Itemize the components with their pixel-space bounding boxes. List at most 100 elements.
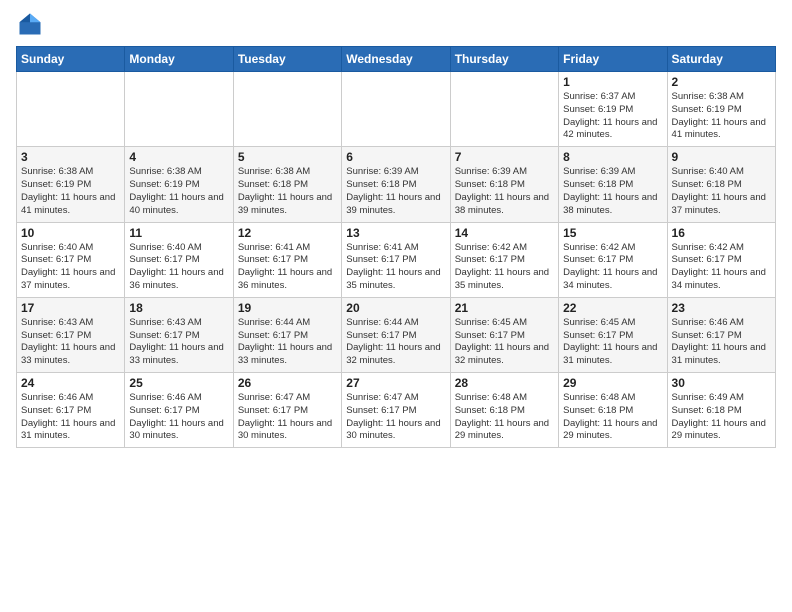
day-number: 19: [238, 301, 337, 315]
day-number: 4: [129, 150, 228, 164]
calendar-cell: 12 Sunrise: 6:41 AM Sunset: 6:17 PM Dayli…: [233, 222, 341, 297]
calendar-cell: 3 Sunrise: 6:38 AM Sunset: 6:19 PM Daylig…: [17, 147, 125, 222]
logo: [16, 10, 48, 38]
calendar-cell: 1 Sunrise: 6:37 AM Sunset: 6:19 PM Daylig…: [559, 72, 667, 147]
col-header-monday: Monday: [125, 47, 233, 72]
day-number: 3: [21, 150, 120, 164]
day-info: Sunrise: 6:45 AM Sunset: 6:17 PM Dayligh…: [563, 317, 662, 368]
col-header-friday: Friday: [559, 47, 667, 72]
day-number: 15: [563, 226, 662, 240]
day-info: Sunrise: 6:39 AM Sunset: 6:18 PM Dayligh…: [563, 166, 662, 217]
day-number: 27: [346, 376, 445, 390]
calendar-cell: 29 Sunrise: 6:48 AM Sunset: 6:18 PM Dayli…: [559, 373, 667, 448]
col-header-sunday: Sunday: [17, 47, 125, 72]
calendar-cell: [125, 72, 233, 147]
calendar-cell: 23 Sunrise: 6:46 AM Sunset: 6:17 PM Dayli…: [667, 297, 775, 372]
day-info: Sunrise: 6:41 AM Sunset: 6:17 PM Dayligh…: [346, 242, 445, 293]
header: [16, 10, 776, 38]
day-info: Sunrise: 6:47 AM Sunset: 6:17 PM Dayligh…: [346, 392, 445, 443]
day-number: 13: [346, 226, 445, 240]
day-info: Sunrise: 6:39 AM Sunset: 6:18 PM Dayligh…: [346, 166, 445, 217]
day-number: 26: [238, 376, 337, 390]
day-number: 25: [129, 376, 228, 390]
day-number: 24: [21, 376, 120, 390]
calendar-cell: 19 Sunrise: 6:44 AM Sunset: 6:17 PM Dayli…: [233, 297, 341, 372]
day-info: Sunrise: 6:48 AM Sunset: 6:18 PM Dayligh…: [563, 392, 662, 443]
day-number: 21: [455, 301, 554, 315]
calendar-cell: 9 Sunrise: 6:40 AM Sunset: 6:18 PM Daylig…: [667, 147, 775, 222]
calendar-cell: 11Sunrise: 6:40 AM Sunset: 6:17 PM Dayli…: [125, 222, 233, 297]
day-info: Sunrise: 6:43 AM Sunset: 6:17 PM Dayligh…: [21, 317, 120, 368]
day-info: Sunrise: 6:42 AM Sunset: 6:17 PM Dayligh…: [455, 242, 554, 293]
day-number: 2: [672, 75, 771, 89]
calendar-cell: 28 Sunrise: 6:48 AM Sunset: 6:18 PM Dayli…: [450, 373, 558, 448]
calendar-cell: 21 Sunrise: 6:45 AM Sunset: 6:17 PM Dayli…: [450, 297, 558, 372]
day-info: Sunrise: 6:41 AM Sunset: 6:17 PM Dayligh…: [238, 242, 337, 293]
day-info: Sunrise: 6:46 AM Sunset: 6:17 PM Dayligh…: [129, 392, 228, 443]
calendar-cell: 25 Sunrise: 6:46 AM Sunset: 6:17 PM Dayli…: [125, 373, 233, 448]
calendar-cell: 26 Sunrise: 6:47 AM Sunset: 6:17 PM Dayli…: [233, 373, 341, 448]
day-number: 22: [563, 301, 662, 315]
calendar-week-row: 24 Sunrise: 6:46 AM Sunset: 6:17 PM Dayli…: [17, 373, 776, 448]
day-info: Sunrise: 6:38 AM Sunset: 6:18 PM Dayligh…: [238, 166, 337, 217]
day-info: Sunrise: 6:45 AM Sunset: 6:17 PM Dayligh…: [455, 317, 554, 368]
day-info: Sunrise: 6:47 AM Sunset: 6:17 PM Dayligh…: [238, 392, 337, 443]
logo-icon: [16, 10, 44, 38]
day-number: 8: [563, 150, 662, 164]
calendar-cell: [450, 72, 558, 147]
calendar-cell: 14 Sunrise: 6:42 AM Sunset: 6:17 PM Dayli…: [450, 222, 558, 297]
day-info: Sunrise: 6:38 AM Sunset: 6:19 PM Dayligh…: [21, 166, 120, 217]
day-info: Sunrise: 6:49 AM Sunset: 6:18 PM Dayligh…: [672, 392, 771, 443]
day-number: 30: [672, 376, 771, 390]
day-number: 9: [672, 150, 771, 164]
col-header-thursday: Thursday: [450, 47, 558, 72]
calendar-week-row: 10 Sunrise: 6:40 AM Sunset: 6:17 PM Dayli…: [17, 222, 776, 297]
day-info: Sunrise: 6:40 AM Sunset: 6:18 PM Dayligh…: [672, 166, 771, 217]
col-header-wednesday: Wednesday: [342, 47, 450, 72]
calendar-table: SundayMondayTuesdayWednesdayThursdayFrid…: [16, 46, 776, 448]
day-number: 29: [563, 376, 662, 390]
calendar-cell: 2 Sunrise: 6:38 AM Sunset: 6:19 PM Daylig…: [667, 72, 775, 147]
calendar-cell: 16Sunrise: 6:42 AM Sunset: 6:17 PM Dayli…: [667, 222, 775, 297]
calendar-cell: 13 Sunrise: 6:41 AM Sunset: 6:17 PM Dayli…: [342, 222, 450, 297]
day-number: 5: [238, 150, 337, 164]
calendar-week-row: 3 Sunrise: 6:38 AM Sunset: 6:19 PM Daylig…: [17, 147, 776, 222]
calendar-cell: 27 Sunrise: 6:47 AM Sunset: 6:17 PM Dayli…: [342, 373, 450, 448]
day-info: Sunrise: 6:40 AM Sunset: 6:17 PM Dayligh…: [21, 242, 120, 293]
day-info: Sunrise: 6:44 AM Sunset: 6:17 PM Dayligh…: [238, 317, 337, 368]
day-info: Sunrise: 6:42 AM Sunset: 6:17 PM Dayligh…: [563, 242, 662, 293]
calendar-cell: 10 Sunrise: 6:40 AM Sunset: 6:17 PM Dayli…: [17, 222, 125, 297]
day-info: Sunrise: 6:37 AM Sunset: 6:19 PM Dayligh…: [563, 91, 662, 142]
day-number: 23: [672, 301, 771, 315]
calendar-cell: 24Sunrise: 6:46 AM Sunset: 6:17 PM Dayli…: [17, 373, 125, 448]
day-number: 1: [563, 75, 662, 89]
calendar-cell: 4Sunrise: 6:38 AM Sunset: 6:19 PM Daylig…: [125, 147, 233, 222]
day-number: 28: [455, 376, 554, 390]
day-number: 16: [672, 226, 771, 240]
page: SundayMondayTuesdayWednesdayThursdayFrid…: [0, 0, 792, 464]
calendar-cell: 30 Sunrise: 6:49 AM Sunset: 6:18 PM Dayli…: [667, 373, 775, 448]
calendar-cell: 6 Sunrise: 6:39 AM Sunset: 6:18 PM Daylig…: [342, 147, 450, 222]
day-info: Sunrise: 6:46 AM Sunset: 6:17 PM Dayligh…: [672, 317, 771, 368]
calendar-week-row: 17 Sunrise: 6:43 AM Sunset: 6:17 PM Dayli…: [17, 297, 776, 372]
day-number: 12: [238, 226, 337, 240]
calendar-cell: 18Sunrise: 6:43 AM Sunset: 6:17 PM Dayli…: [125, 297, 233, 372]
col-header-tuesday: Tuesday: [233, 47, 341, 72]
day-info: Sunrise: 6:44 AM Sunset: 6:17 PM Dayligh…: [346, 317, 445, 368]
calendar-week-row: 1 Sunrise: 6:37 AM Sunset: 6:19 PM Daylig…: [17, 72, 776, 147]
calendar-cell: 22 Sunrise: 6:45 AM Sunset: 6:17 PM Dayli…: [559, 297, 667, 372]
calendar-cell: 15 Sunrise: 6:42 AM Sunset: 6:17 PM Dayli…: [559, 222, 667, 297]
calendar-cell: 5 Sunrise: 6:38 AM Sunset: 6:18 PM Daylig…: [233, 147, 341, 222]
day-info: Sunrise: 6:38 AM Sunset: 6:19 PM Dayligh…: [672, 91, 771, 142]
day-number: 10: [21, 226, 120, 240]
day-info: Sunrise: 6:40 AM Sunset: 6:17 PM Dayligh…: [129, 242, 228, 293]
calendar-cell: 17 Sunrise: 6:43 AM Sunset: 6:17 PM Dayli…: [17, 297, 125, 372]
day-number: 6: [346, 150, 445, 164]
calendar-cell: [233, 72, 341, 147]
day-info: Sunrise: 6:48 AM Sunset: 6:18 PM Dayligh…: [455, 392, 554, 443]
day-number: 20: [346, 301, 445, 315]
day-number: 14: [455, 226, 554, 240]
calendar-cell: 8 Sunrise: 6:39 AM Sunset: 6:18 PM Daylig…: [559, 147, 667, 222]
day-number: 17: [21, 301, 120, 315]
day-info: Sunrise: 6:39 AM Sunset: 6:18 PM Dayligh…: [455, 166, 554, 217]
